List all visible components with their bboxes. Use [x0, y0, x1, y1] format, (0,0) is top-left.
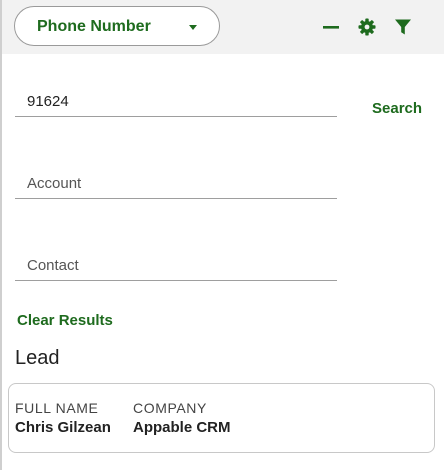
search-panel: Search Clear Results Lead FULL NAME Chri…	[0, 54, 444, 470]
result-full-name: Chris Gilzean	[15, 419, 111, 436]
full-name-column: FULL NAME Chris Gilzean	[15, 399, 111, 438]
search-button[interactable]: Search	[372, 99, 422, 119]
header-bar: Phone Number	[0, 0, 444, 54]
result-card[interactable]: FULL NAME Chris Gilzean COMPANY Appable …	[8, 383, 435, 453]
column-header-company: COMPANY	[133, 400, 207, 416]
search-field-select[interactable]: Phone Number	[14, 6, 220, 46]
company-column: COMPANY Appable CRM	[133, 399, 231, 438]
caret-down-icon	[189, 25, 197, 30]
results-section-title: Lead	[15, 347, 60, 369]
filter-icon[interactable]	[394, 18, 412, 36]
clear-results-button[interactable]: Clear Results	[17, 311, 113, 331]
phone-number-input[interactable]	[15, 87, 337, 117]
minimize-icon[interactable]	[322, 18, 340, 36]
account-input[interactable]	[15, 169, 337, 199]
column-header-full-name: FULL NAME	[15, 400, 99, 416]
gear-icon[interactable]	[358, 18, 376, 36]
result-company: Appable CRM	[133, 419, 231, 436]
search-field-select-label: Phone Number	[37, 18, 151, 35]
contact-input[interactable]	[15, 251, 337, 281]
